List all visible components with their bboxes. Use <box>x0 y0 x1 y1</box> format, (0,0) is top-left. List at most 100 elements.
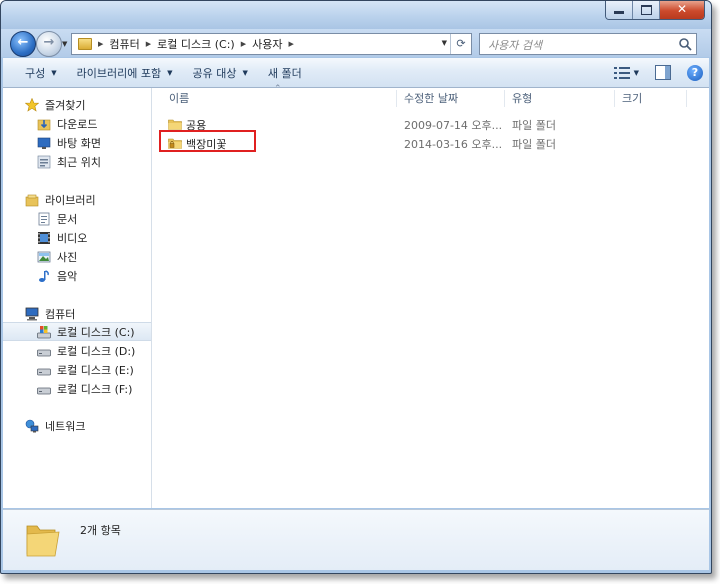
column-header-date-modified[interactable]: 수정한 날짜 <box>404 88 458 109</box>
minimize-icon <box>614 11 624 14</box>
file-date: 2014-03-16 오후... <box>404 138 503 151</box>
nav-computer[interactable]: 컴퓨터 <box>3 304 151 323</box>
sidebar-item-label: 음악 <box>57 269 78 283</box>
nav-favorites[interactable]: 즐겨찾기 <box>3 95 151 114</box>
explorer-window: ✕ ← → ▼ ▶ 컴퓨터 ▶ 로컬 디스크 (C:) ▶ 사용자 ▶ ▼ ⟳ … <box>0 0 712 574</box>
breadcrumb-separator-icon[interactable]: ▶ <box>241 40 246 48</box>
drive-icon <box>37 368 51 375</box>
back-button[interactable]: ← <box>10 31 36 57</box>
nav-libraries[interactable]: 라이브러리 <box>3 190 151 209</box>
new-folder-label: 새 폴더 <box>267 66 302 80</box>
sidebar-item-local-disk-d[interactable]: 로컬 디스크 (D:) <box>3 341 151 360</box>
item-count: 2개 항목 <box>80 524 121 537</box>
column-divider[interactable] <box>504 90 505 107</box>
file-list: ⌃ 이름 수정한 날짜 유형 크기 공용 2009-07-14 오후... 파일… <box>152 84 709 508</box>
sidebar-item-pictures[interactable]: 사진 <box>3 247 151 266</box>
column-divider[interactable] <box>396 90 397 107</box>
sidebar-item-label: 로컬 디스크 (F:) <box>57 382 133 396</box>
close-button[interactable]: ✕ <box>660 1 704 19</box>
sidebar-item-local-disk-f[interactable]: 로컬 디스크 (F:) <box>3 379 151 398</box>
change-view-icon[interactable] <box>613 66 630 79</box>
breadcrumb-separator-icon[interactable]: ▶ <box>146 40 151 48</box>
view-controls: ▼ ? <box>613 58 709 87</box>
sidebar-item-local-disk-e[interactable]: 로컬 디스크 (E:) <box>3 360 151 379</box>
video-icon <box>38 231 50 244</box>
breadcrumb-local-disk-c[interactable]: 로컬 디스크 (C:) <box>157 36 235 52</box>
sidebar-item-label: 로컬 디스크 (C:) <box>57 325 135 339</box>
column-header-type[interactable]: 유형 <box>512 88 532 109</box>
chevron-down-icon: ▼ <box>242 68 248 77</box>
network-icon <box>25 419 39 432</box>
breadcrumb-users[interactable]: 사용자 <box>252 36 282 52</box>
recent-pages-dropdown[interactable]: ▼ <box>62 40 67 48</box>
address-bar[interactable]: ▶ 컴퓨터 ▶ 로컬 디스크 (C:) ▶ 사용자 ▶ ▼ ⟳ <box>71 33 472 55</box>
forward-arrow-icon: → <box>43 35 55 50</box>
column-divider[interactable] <box>686 90 687 107</box>
organize-label: 구성 <box>25 66 46 80</box>
folder-icon <box>78 38 92 50</box>
system-drive-icon <box>37 325 51 338</box>
search-input[interactable]: 사용자 검색 <box>488 37 542 53</box>
sidebar-item-label: 로컬 디스크 (E:) <box>57 363 134 377</box>
sidebar-item-desktop[interactable]: 바탕 화면 <box>3 133 151 152</box>
sidebar-item-label: 최근 위치 <box>57 155 101 169</box>
breadcrumb-separator-icon[interactable]: ▶ <box>98 40 103 48</box>
help-icon[interactable]: ? <box>687 64 703 81</box>
sidebar-item-label: 로컬 디스크 (D:) <box>57 344 136 358</box>
breadcrumb-separator-icon[interactable]: ▶ <box>288 40 293 48</box>
new-folder-button[interactable]: 새 폴더 <box>268 65 302 81</box>
navigation-pane: 즐겨찾기 다운로드 바탕 화면 최근 위치 라이브러리 문서 비디오 사진 음악… <box>3 88 152 508</box>
refresh-icon[interactable]: ⟳ <box>450 34 471 54</box>
minimize-button[interactable] <box>606 1 633 19</box>
chevron-down-icon: ▼ <box>167 68 173 77</box>
sidebar-item-videos[interactable]: 비디오 <box>3 228 151 247</box>
recent-places-icon <box>37 155 51 168</box>
share-with-label: 공유 대상 <box>192 66 237 80</box>
sidebar-item-label: 사진 <box>57 250 78 264</box>
sidebar-item-label: 문서 <box>57 212 78 226</box>
include-in-library-button[interactable]: 라이브러리에 포함 ▼ <box>77 65 173 81</box>
nav-network[interactable]: 네트워크 <box>3 416 151 435</box>
command-bar: 구성 ▼ 라이브러리에 포함 ▼ 공유 대상 ▼ 새 폴더 ▼ ? <box>3 58 709 88</box>
column-header-size[interactable]: 크기 <box>622 88 642 109</box>
nav-favorites-label: 즐겨찾기 <box>45 98 86 112</box>
drive-icon <box>37 387 51 394</box>
forward-button[interactable]: → <box>36 31 62 57</box>
column-divider[interactable] <box>614 90 615 107</box>
computer-icon <box>25 307 39 320</box>
search-box[interactable]: 사용자 검색 <box>479 33 697 55</box>
share-with-button[interactable]: 공유 대상 ▼ <box>193 65 248 81</box>
sidebar-item-music[interactable]: 음악 <box>3 266 151 285</box>
folder-icon <box>168 119 182 130</box>
chevron-down-icon: ▼ <box>51 68 57 77</box>
download-folder-icon <box>37 119 51 130</box>
nav-computer-label: 컴퓨터 <box>45 307 76 321</box>
sidebar-item-recent-places[interactable]: 최근 위치 <box>3 152 151 171</box>
title-bar[interactable]: ✕ <box>1 1 711 31</box>
sidebar-item-documents[interactable]: 문서 <box>3 209 151 228</box>
sidebar-item-label: 다운로드 <box>57 117 98 131</box>
column-header-name[interactable]: 이름 <box>169 88 189 109</box>
file-date: 2009-07-14 오후... <box>404 119 503 132</box>
sidebar-item-downloads[interactable]: 다운로드 <box>3 114 151 133</box>
breadcrumb-computer[interactable]: 컴퓨터 <box>109 36 139 52</box>
sort-ascending-icon: ⌃ <box>274 84 282 94</box>
maximize-button[interactable] <box>633 1 660 19</box>
navigation-bar: ← → ▼ ▶ 컴퓨터 ▶ 로컬 디스크 (C:) ▶ 사용자 ▶ ▼ ⟳ 사용… <box>1 29 711 57</box>
sidebar-item-local-disk-c[interactable]: 로컬 디스크 (C:) <box>3 322 151 341</box>
address-dropdown[interactable]: ▼ <box>442 39 447 47</box>
search-icon[interactable] <box>678 37 692 51</box>
sidebar-item-label: 바탕 화면 <box>57 136 101 150</box>
organize-button[interactable]: 구성 ▼ <box>25 65 57 81</box>
folder-icon <box>26 525 60 557</box>
documents-icon <box>38 212 50 225</box>
music-icon <box>39 269 49 282</box>
desktop-icon <box>37 137 51 149</box>
view-options-dropdown[interactable]: ▼ <box>634 69 639 77</box>
pictures-icon <box>37 251 51 262</box>
nav-network-label: 네트워크 <box>45 419 86 433</box>
back-arrow-icon: ← <box>17 35 29 50</box>
include-in-library-label: 라이브러리에 포함 <box>76 66 162 80</box>
preview-pane-icon[interactable] <box>655 65 671 80</box>
caption-buttons: ✕ <box>605 1 705 20</box>
